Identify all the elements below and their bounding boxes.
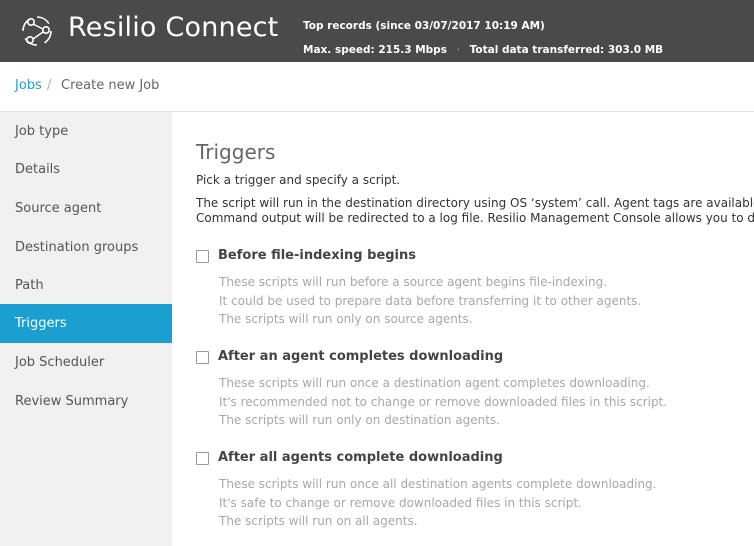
top-records-stats: Top records (since 03/07/2017 10:19 AM) … [303,14,663,62]
sidebar-item-destination-groups[interactable]: Destination groups [0,228,172,267]
trigger-all-agents-complete-checkbox[interactable] [196,452,209,465]
sidebar-item-review-summary[interactable]: Review Summary [0,382,172,421]
trigger-before-indexing-checkbox[interactable] [196,250,209,263]
description-text: The script will run in the destination d… [196,196,754,226]
brand-name: Resilio Connect [68,12,279,43]
trigger-description-line: The scripts will run on all agents. [219,514,418,528]
trigger-description: These scripts will run once all destinat… [219,475,656,531]
intro-text: Pick a trigger and specify a script. [196,173,401,187]
top-records-label: Top records (since 03/07/2017 10:19 AM) [303,20,545,32]
trigger-description-line: The scripts will run only on source agen… [219,312,473,326]
trigger-label[interactable]: After all agents complete downloading [218,450,503,465]
max-speed-value: 215.3 Mbps [378,44,447,56]
stats-separator: · [456,44,460,56]
top-header: Resilio Connect Top records (since 03/07… [0,0,754,62]
trigger-description: These scripts will run before a source a… [219,273,641,329]
trigger-description-line: It could be used to prepare data before … [219,293,642,308]
sidebar-item-details[interactable]: Details [0,150,172,189]
wizard-sidebar: Job type Details Source agent Destinatio… [0,112,172,546]
trigger-description-line: These scripts will run before a source a… [219,275,608,289]
breadcrumb-jobs-link[interactable]: Jobs [15,78,42,93]
trigger-description: These scripts will run once a destinatio… [219,374,667,430]
total-transferred-label: Total data transferred: [469,44,605,56]
trigger-description-line: These scripts will run once all destinat… [219,477,657,491]
description-line: The script will run in the destination d… [196,196,754,210]
trigger-label[interactable]: Before file-indexing begins [218,248,416,263]
max-speed-label: Max. speed: [303,44,375,56]
speed-transfer-row: Max. speed: 215.3 Mbps · Total data tran… [303,38,663,62]
sidebar-item-job-scheduler[interactable]: Job Scheduler [0,343,172,382]
sidebar-item-path[interactable]: Path [0,266,172,305]
resilio-logo-icon[interactable] [16,10,58,52]
breadcrumb-current: Create new Job [61,78,160,93]
trigger-description-line: It's recommended not to change or remove… [219,394,668,409]
sidebar-item-triggers[interactable]: Triggers [0,304,172,343]
trigger-label[interactable]: After an agent completes downloading [218,349,503,364]
breadcrumb: Jobs / Create new Job [0,62,754,112]
total-transferred-value: 303.0 MB [607,44,664,56]
description-line: Command output will be redirected to a l… [196,211,754,225]
page-title: Triggers [196,140,276,164]
trigger-agent-completes-checkbox[interactable] [196,351,209,364]
breadcrumb-separator: / [47,78,52,93]
trigger-description-line: The scripts will run only on destination… [219,413,500,427]
trigger-description-line: These scripts will run once a destinatio… [219,376,650,390]
sidebar-item-source-agent[interactable]: Source agent [0,189,172,228]
trigger-description-line: It's safe to change or remove downloaded… [219,495,582,510]
sidebar-item-job-type[interactable]: Job type [0,112,172,151]
main-content: Triggers Pick a trigger and specify a sc… [172,112,754,546]
